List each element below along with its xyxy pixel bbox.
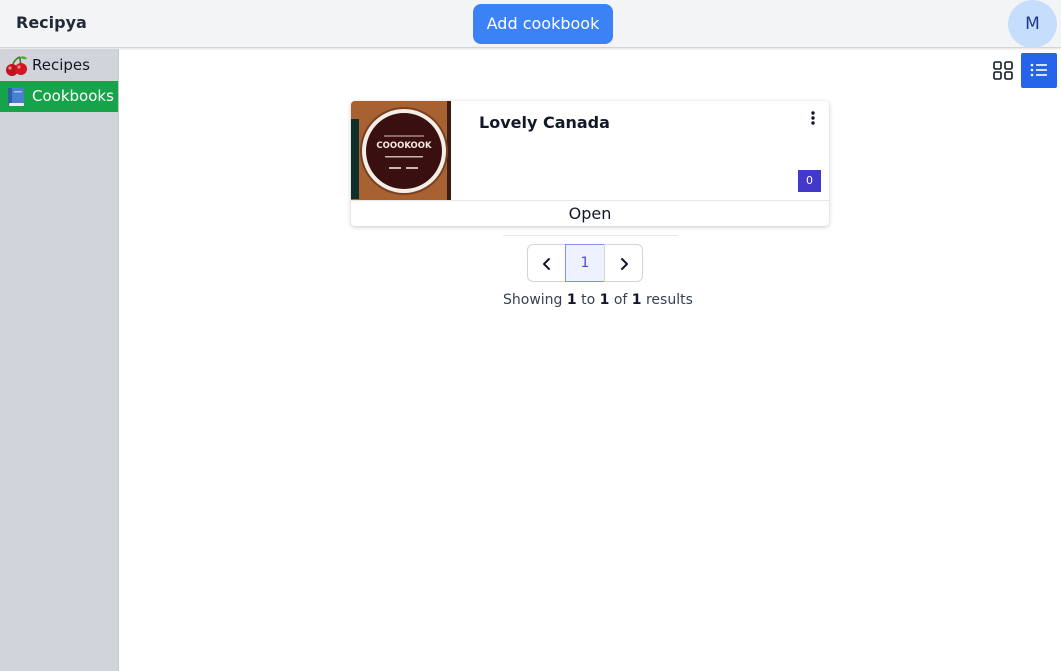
app-brand[interactable]: Recipya (16, 13, 87, 32)
showing-prefix: Showing (503, 292, 563, 308)
chevron-right-icon (621, 258, 628, 270)
of-word: of (613, 292, 628, 308)
cookbook-card: COOOKOOK Lovely Canada 0 Open (351, 101, 829, 226)
blue-book-icon (5, 86, 27, 108)
results-to: 1 (599, 292, 610, 308)
grid-view-toggle[interactable] (986, 53, 1020, 87)
sidebar-item-label: Recipes (32, 56, 90, 74)
add-cookbook-button[interactable]: Add cookbook (473, 4, 613, 44)
cherries-icon (5, 55, 27, 77)
open-cookbook-button[interactable]: Open (351, 201, 829, 226)
cookbook-title: Lovely Canada (479, 113, 610, 132)
previous-page-button[interactable] (527, 244, 566, 282)
cookbook-cover-image[interactable]: COOOKOOK (351, 101, 451, 200)
card-menu-button[interactable] (803, 109, 823, 129)
vertical-dots-icon (811, 111, 815, 125)
recipe-count-badge: 0 (798, 170, 821, 192)
chevron-left-icon (543, 258, 550, 270)
pagination-divider (503, 235, 678, 236)
to-word: to (581, 292, 596, 308)
list-view-toggle[interactable] (1021, 53, 1057, 88)
user-avatar[interactable]: M (1008, 0, 1057, 48)
results-summary: Showing 1 to 1 of 1 results (503, 292, 693, 308)
page-button-current[interactable]: 1 (565, 244, 605, 282)
sidebar-item-recipes[interactable]: Recipes (0, 50, 118, 81)
results-total: 1 (631, 292, 642, 308)
grid-view-icon (993, 61, 1013, 80)
results-from: 1 (566, 292, 577, 308)
sidebar: Recipes Cookbooks (0, 49, 119, 671)
cover-text: COOOKOOK (376, 141, 432, 151)
sidebar-item-label: Cookbooks (32, 87, 114, 105)
next-page-button[interactable] (604, 244, 643, 282)
sidebar-item-cookbooks[interactable]: Cookbooks (0, 81, 118, 112)
list-view-icon (1030, 63, 1047, 77)
results-word: results (645, 292, 693, 308)
pagination: 1 (527, 244, 643, 282)
top-navbar: Recipya Add cookbook M (0, 0, 1061, 48)
